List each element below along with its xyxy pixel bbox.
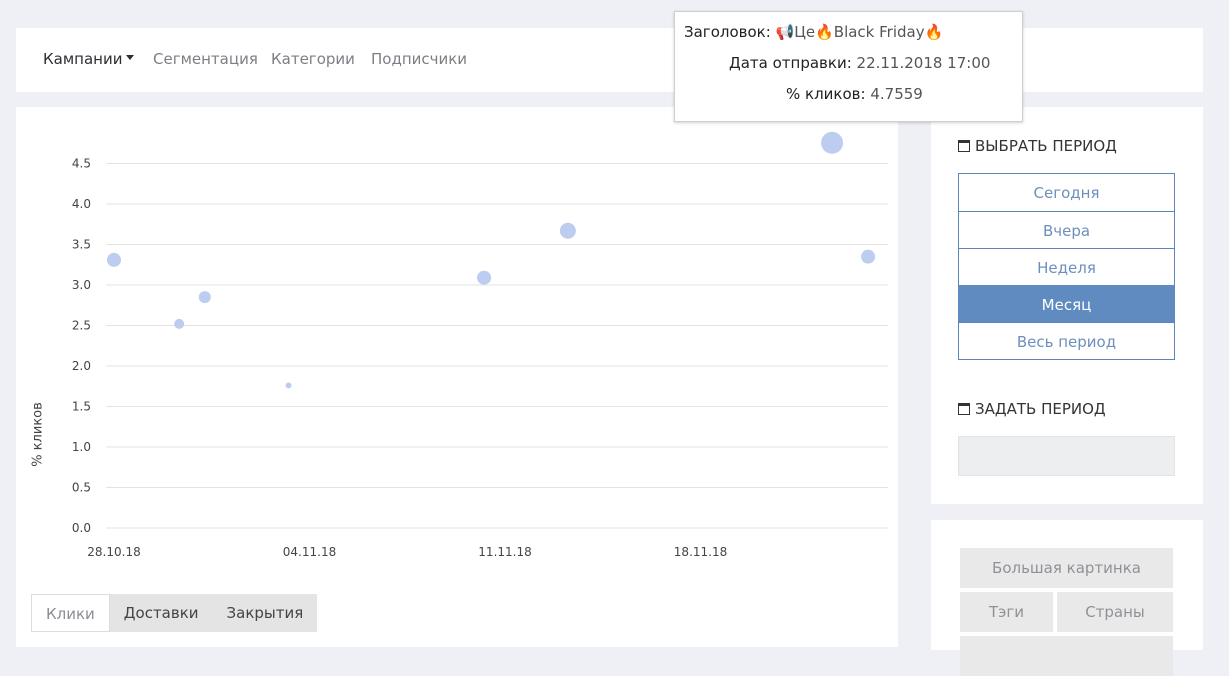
tooltip-title-key: Заголовок: xyxy=(684,23,771,41)
period-today-button[interactable]: Сегодня xyxy=(958,173,1175,212)
period-panel: ВЫБРАТЬ ПЕРИОД Сегодня Вчера Неделя Меся… xyxy=(931,107,1203,504)
tooltip-title-value: 📢Це🔥Black Friday🔥 xyxy=(775,23,944,41)
tooltip-clicks-row: % кликов: 4.7559 xyxy=(786,85,923,103)
tooltip-date-row: Дата отправки: 22.11.2018 17:00 xyxy=(729,54,990,72)
y-axis-label: % кликов xyxy=(30,402,46,467)
y-tick-label: 2.0 xyxy=(72,359,91,373)
data-point xyxy=(174,318,185,329)
tags-button[interactable]: Тэги xyxy=(960,592,1053,632)
chart-tooltip: Заголовок: 📢Це🔥Black Friday🔥 Дата отправ… xyxy=(674,11,1023,122)
scatter-chart: 0.0 0.5 1.0 1.5 2.0 2.5 3.0 3.5 4.0 4.5 28.10.18 04… xyxy=(72,131,888,559)
x-tick-label: 18.11.18 xyxy=(674,545,727,559)
custom-period-title: ЗАДАТЬ ПЕРИОД xyxy=(975,400,1106,418)
tooltip-clicks-key: % кликов: xyxy=(786,85,866,103)
x-tick-label: 28.10.18 xyxy=(87,545,140,559)
y-tick-label: 3.5 xyxy=(72,238,91,252)
tooltip-clicks-value: 4.7559 xyxy=(870,85,923,103)
nav-campaigns-dropdown[interactable]: Кампании xyxy=(43,50,135,68)
tab-closes[interactable]: Закрытия xyxy=(212,594,318,632)
more-filter-button[interactable] xyxy=(960,636,1173,676)
data-point xyxy=(198,291,211,304)
y-tick-label: 1.0 xyxy=(72,440,91,454)
y-tick-label: 3.0 xyxy=(72,278,91,292)
period-options: Сегодня Вчера Неделя Месяц Весь период xyxy=(958,173,1175,360)
data-point xyxy=(285,382,292,389)
date-range-input[interactable] xyxy=(958,436,1175,476)
data-point xyxy=(477,270,492,285)
custom-period-heading: ЗАДАТЬ ПЕРИОД xyxy=(958,400,1106,418)
y-tick-label: 4.0 xyxy=(72,197,91,211)
x-tick-label: 11.11.18 xyxy=(478,545,531,559)
countries-button[interactable]: Страны xyxy=(1057,592,1173,632)
calendar-icon xyxy=(958,403,970,415)
nav-subscribers[interactable]: Подписчики xyxy=(371,50,467,68)
choose-period-title: ВЫБРАТЬ ПЕРИОД xyxy=(975,137,1117,155)
caret-down-icon xyxy=(126,55,135,60)
tooltip-title-row: Заголовок: 📢Це🔥Black Friday🔥 xyxy=(684,23,943,41)
metric-tabs: Клики Доставки Закрытия xyxy=(31,594,318,632)
y-tick-label: 0.0 xyxy=(72,521,91,535)
top-nav: Кампании Сегментация Категории Подписчик… xyxy=(16,28,1203,92)
nav-categories[interactable]: Категории xyxy=(271,50,355,68)
y-tick-label: 0.5 xyxy=(72,481,91,495)
data-point xyxy=(821,131,844,154)
period-week-button[interactable]: Неделя xyxy=(958,248,1175,286)
data-point xyxy=(861,249,876,264)
chart-panel: 0.0 0.5 1.0 1.5 2.0 2.5 3.0 3.5 4.0 4.5 28.10.18 04… xyxy=(16,107,898,647)
period-month-button[interactable]: Месяц xyxy=(958,285,1175,323)
choose-period-heading: ВЫБРАТЬ ПЕРИОД xyxy=(958,137,1117,155)
big-picture-button[interactable]: Большая картинка xyxy=(960,548,1173,588)
y-tick-label: 4.5 xyxy=(72,157,91,171)
tab-clicks[interactable]: Клики xyxy=(31,594,110,632)
calendar-icon xyxy=(958,140,970,152)
tooltip-date-key: Дата отправки: xyxy=(729,54,852,72)
nav-segmentation[interactable]: Сегментация xyxy=(153,50,258,68)
period-all-button[interactable]: Весь период xyxy=(958,322,1175,360)
data-point xyxy=(559,222,576,239)
period-yesterday-button[interactable]: Вчера xyxy=(958,211,1175,249)
extra-filters-panel: Большая картинка Тэги Страны xyxy=(931,520,1203,676)
nav-campaigns-label: Кампании xyxy=(43,50,123,68)
tooltip-date-value: 22.11.2018 17:00 xyxy=(856,54,991,72)
x-tick-label: 04.11.18 xyxy=(283,545,336,559)
tab-deliveries[interactable]: Доставки xyxy=(109,594,213,632)
y-tick-label: 1.5 xyxy=(72,400,91,414)
data-point xyxy=(107,252,121,267)
y-tick-label: 2.5 xyxy=(72,319,91,333)
